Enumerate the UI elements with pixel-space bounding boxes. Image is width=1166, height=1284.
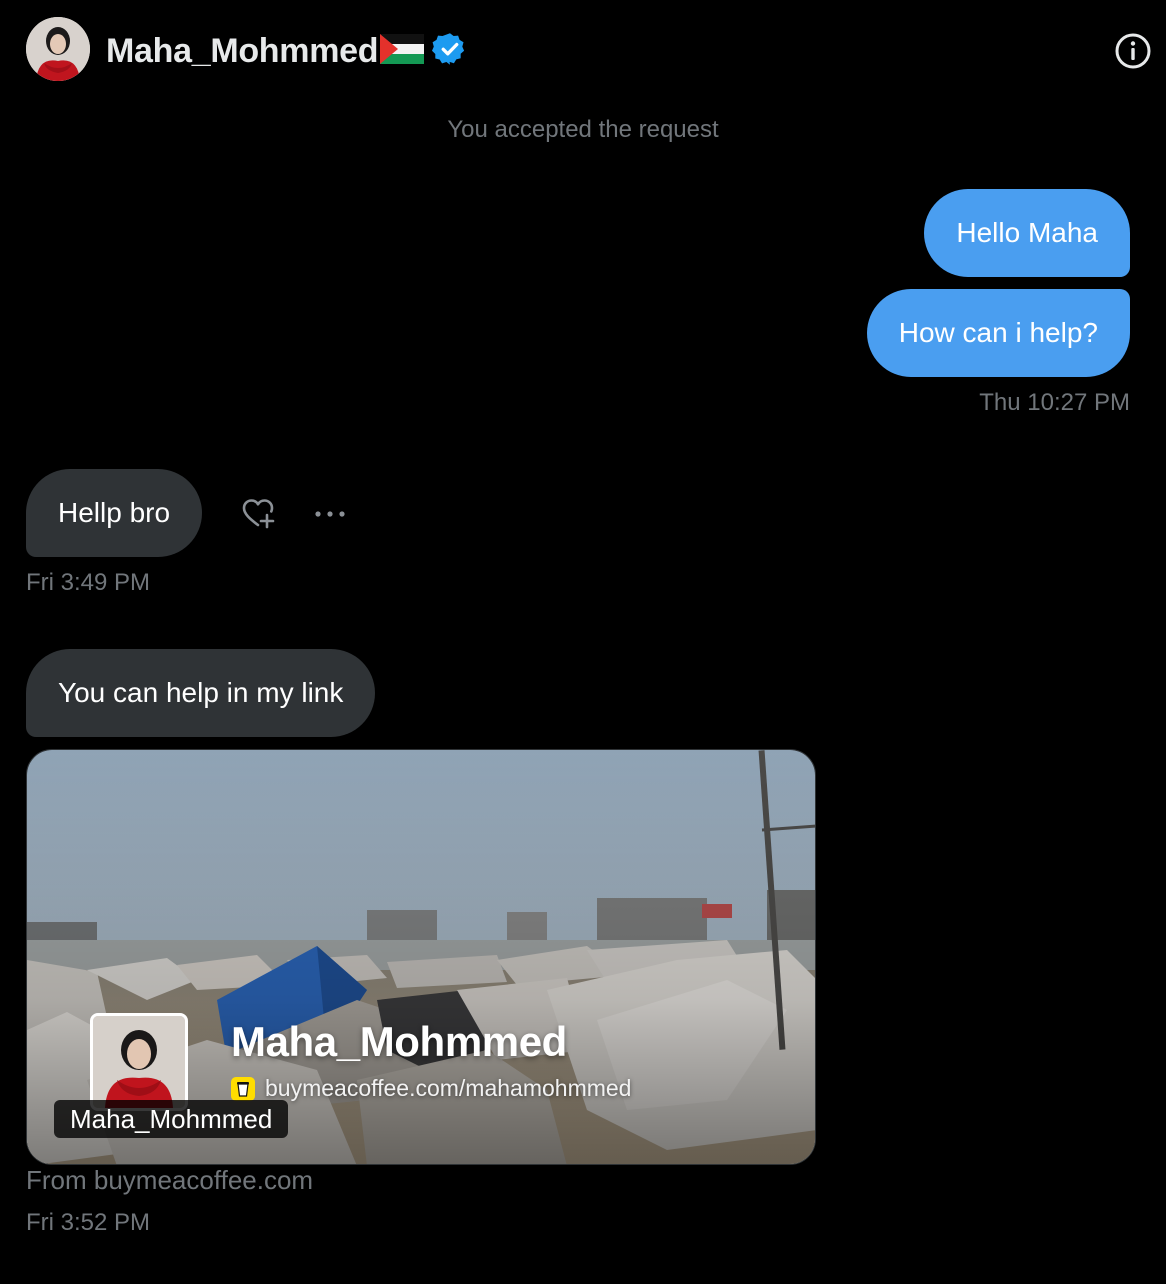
coffee-cup-icon (231, 1076, 255, 1101)
card-title: Maha_Mohmmed (231, 1018, 567, 1065)
more-dots-icon[interactable] (312, 500, 348, 528)
heart-plus-icon[interactable] (240, 496, 276, 532)
palestine-flag-icon (380, 33, 425, 69)
card-label: Maha_Mohmmed (54, 1100, 289, 1138)
message-text: How can i help? (898, 317, 1098, 348)
verified-badge-icon (432, 31, 468, 72)
message-timestamp: Thu 10:27 PM (979, 389, 1130, 416)
message-timestamp: Fri 3:52 PM (26, 1209, 151, 1236)
card-avatar (90, 1013, 188, 1111)
sent-message-bubble[interactable]: How can i help? (866, 289, 1130, 377)
message-text: Hellp bro (58, 497, 171, 528)
link-preview-card[interactable]: Maha_Mohmmed buymeacoffee.com/mahamohmme… (26, 749, 816, 1165)
received-message-bubble[interactable]: You can help in my link (26, 649, 376, 737)
link-source: From buymeacoffee.com (26, 1165, 314, 1195)
message-text: Hello Maha (956, 217, 1098, 248)
message-text: You can help in my link (58, 677, 344, 708)
card-url: buymeacoffee.com/mahamohmmed (265, 1075, 632, 1101)
info-icon[interactable] (1114, 32, 1152, 70)
request-accepted-note: You accepted the request (447, 116, 719, 143)
conversation-header: Maha_Mohmmed (0, 0, 1166, 100)
sent-message-bubble[interactable]: Hello Maha (924, 189, 1130, 277)
received-message-bubble[interactable]: Hellp bro (26, 469, 203, 557)
display-name[interactable]: Maha_Mohmmed (106, 32, 379, 71)
avatar[interactable] (26, 17, 90, 81)
message-timestamp: Fri 3:49 PM (26, 569, 151, 596)
